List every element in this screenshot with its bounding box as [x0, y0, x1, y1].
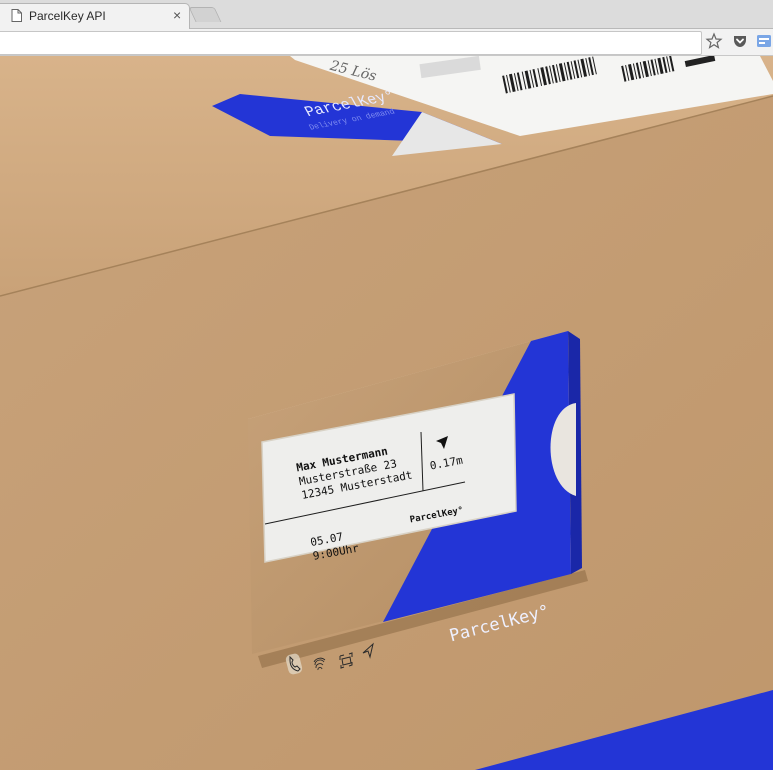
pocket-icon[interactable]	[731, 32, 749, 50]
tab-parcelkey-api[interactable]: ParcelKey API ×	[0, 3, 190, 29]
extension-icon[interactable]	[755, 32, 773, 50]
document-icon	[11, 9, 22, 22]
product-photo: 25 Lös ParcelKey° Delivery on demand Max…	[0, 56, 773, 770]
tab-strip: ParcelKey API ×	[0, 0, 773, 29]
tab-title: ParcelKey API	[29, 9, 106, 23]
browser-toolbar	[0, 29, 773, 56]
address-bar[interactable]	[0, 31, 702, 55]
new-tab-button[interactable]	[188, 7, 222, 22]
bookmark-star-icon[interactable]	[705, 32, 723, 50]
close-icon[interactable]: ×	[173, 7, 181, 23]
